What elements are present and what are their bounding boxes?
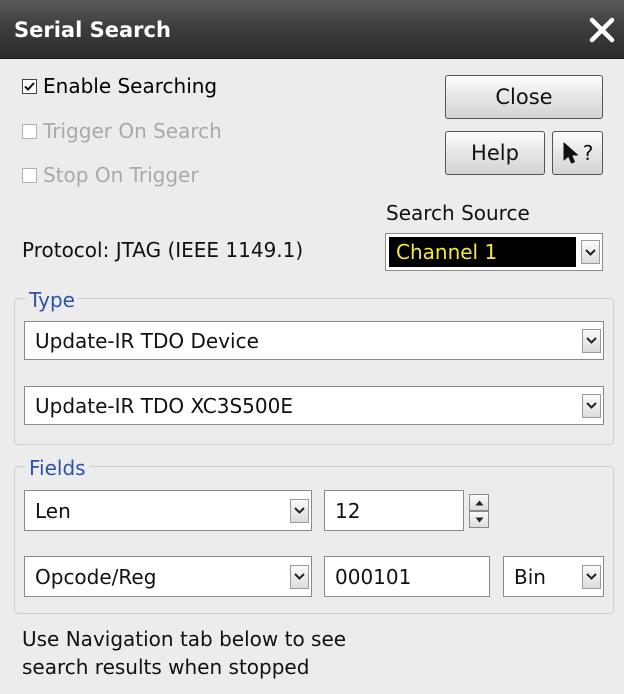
checkbox-box (22, 167, 37, 183)
chevron-down-icon (585, 248, 596, 256)
dropdown-button[interactable] (582, 393, 601, 418)
checkmark-icon (24, 81, 35, 91)
chevron-down-icon (294, 573, 305, 580)
type-select-primary-value: Update-IR TDO Device (35, 328, 259, 353)
field-select-opcode-value: Opcode/Reg (35, 564, 157, 589)
chevron-down-icon (294, 507, 305, 514)
spin-down-button[interactable] (469, 511, 489, 528)
dropdown-button[interactable] (581, 240, 600, 264)
field-select-len[interactable]: Len (24, 490, 312, 531)
checkbox-box (22, 123, 37, 139)
trigger-on-search-checkbox[interactable]: Trigger On Search (22, 119, 222, 143)
checkbox-box (22, 78, 37, 94)
search-source-select[interactable]: Channel 1 (385, 233, 603, 271)
opcode-value-input[interactable]: 000101 (324, 556, 490, 597)
protocol-label: Protocol: JTAG (IEEE 1149.1) (22, 238, 304, 262)
fields-group-title: Fields (26, 456, 89, 480)
stop-on-trigger-label: Stop On Trigger (43, 163, 199, 187)
serial-search-dialog: Serial Search Enable Searching Trigger O… (0, 0, 624, 694)
whats-this-button[interactable]: ? (552, 131, 603, 175)
dropdown-button[interactable] (582, 564, 601, 589)
opcode-value-text: 000101 (335, 564, 412, 589)
field-select-opcode[interactable]: Opcode/Reg (24, 556, 312, 597)
dropdown-button[interactable] (290, 498, 309, 523)
enable-searching-label: Enable Searching (43, 74, 218, 98)
chevron-down-icon (586, 402, 597, 409)
format-select-value: Bin (514, 564, 546, 589)
len-value-text: 12 (335, 498, 361, 523)
spin-up-button[interactable] (469, 494, 489, 511)
hint-line-1: Use Navigation tab below to see (22, 627, 347, 651)
arrow-down-icon (475, 517, 483, 522)
field-select-len-value: Len (35, 498, 71, 523)
format-select[interactable]: Bin (503, 556, 604, 597)
close-window-icon[interactable] (584, 12, 620, 48)
question-mark-label: ? (582, 141, 594, 165)
type-select-secondary-value: Update-IR TDO XC3S500E (35, 393, 293, 418)
trigger-on-search-label: Trigger On Search (43, 119, 222, 143)
dropdown-button[interactable] (290, 564, 309, 589)
type-group-title: Type (26, 288, 78, 312)
enable-searching-checkbox[interactable]: Enable Searching (22, 74, 217, 98)
close-button[interactable]: Close (445, 75, 603, 119)
search-source-label: Search Source (386, 201, 530, 225)
hint-line-2: search results when stopped (22, 655, 310, 679)
title-bar[interactable]: Serial Search (0, 0, 624, 59)
len-value-input[interactable]: 12 (324, 490, 464, 531)
len-spinner[interactable] (469, 494, 489, 528)
cursor-arrow-icon (563, 142, 578, 164)
search-source-value: Channel 1 (396, 240, 498, 264)
help-button[interactable]: Help (445, 131, 545, 175)
type-select-primary[interactable]: Update-IR TDO Device (24, 321, 604, 360)
type-select-secondary[interactable]: Update-IR TDO XC3S500E (24, 386, 604, 425)
arrow-up-icon (475, 500, 483, 505)
dropdown-button[interactable] (582, 328, 601, 353)
window-title: Serial Search (14, 18, 171, 42)
chevron-down-icon (586, 337, 597, 344)
stop-on-trigger-checkbox[interactable]: Stop On Trigger (22, 163, 199, 187)
chevron-down-icon (586, 573, 597, 580)
